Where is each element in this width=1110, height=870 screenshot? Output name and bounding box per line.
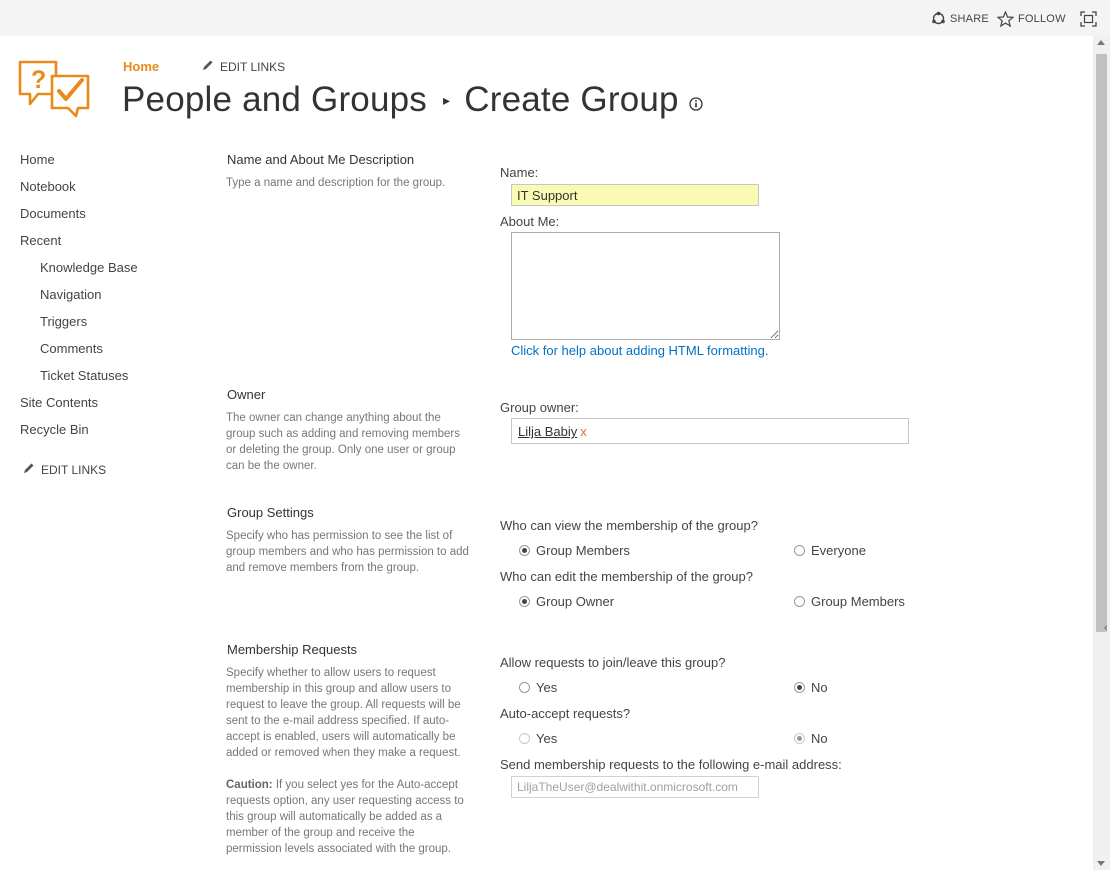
radio-button[interactable] (519, 682, 530, 693)
name-field-label: Name: (500, 165, 539, 180)
share-icon (931, 11, 946, 26)
radio-label: Group Members (811, 594, 905, 609)
radio-button[interactable] (794, 733, 805, 744)
scroll-up-arrow-icon[interactable] (1097, 40, 1105, 45)
radio-button[interactable] (794, 682, 805, 693)
vertical-scrollbar[interactable] (1093, 36, 1110, 870)
edit-membership-question: Who can edit the membership of the group… (500, 569, 753, 584)
sidebar-item-notebook[interactable]: Notebook (20, 179, 76, 194)
site-logo[interactable]: ? (18, 58, 90, 120)
chevron-left-icon[interactable]: ‹ (1104, 622, 1108, 634)
auto-accept-no[interactable]: No (794, 731, 828, 746)
name-section-description: Type a name and description for the grou… (226, 177, 446, 189)
sidebar-item-documents[interactable]: Documents (20, 206, 86, 221)
star-icon (997, 11, 1014, 27)
about-me-textarea[interactable] (511, 232, 780, 340)
edit-links-label: EDIT LINKS (220, 60, 286, 74)
group-settings-section-title: Group Settings (227, 505, 314, 520)
follow-button[interactable]: FOLLOW (997, 11, 1066, 27)
sidebar-item-recycle-bin[interactable]: Recycle Bin (20, 422, 89, 437)
about-me-label: About Me: (500, 214, 560, 229)
topnav-home-link[interactable]: Home (123, 59, 159, 74)
sidebar-item-triggers[interactable]: Triggers (40, 314, 87, 329)
allow-requests-no[interactable]: No (794, 680, 828, 695)
radio-button[interactable] (519, 596, 530, 607)
suite-bar: SHARE FOLLOW (0, 0, 1110, 36)
group-owner-people-picker[interactable]: Lilja Babiy x (511, 418, 909, 444)
auto-accept-question: Auto-accept requests? (500, 706, 631, 721)
group-settings-description: Specify who has permission to see the li… (226, 530, 469, 574)
scroll-down-arrow-icon[interactable] (1097, 861, 1105, 866)
radio-label: Group Members (536, 543, 630, 558)
allow-requests-question: Allow requests to join/leave this group? (500, 655, 726, 670)
topnav-edit-links[interactable]: EDIT LINKS (201, 59, 285, 75)
page-title: People and Groups ▸ Create Group (122, 80, 703, 120)
radio-button[interactable] (794, 596, 805, 607)
focus-content-button[interactable] (1080, 11, 1097, 27)
edit-option-group-members[interactable]: Group Members (794, 594, 905, 609)
sidebar-item-recent[interactable]: Recent (20, 233, 61, 248)
membership-requests-description: Specify whether to allow users to reques… (226, 665, 471, 857)
scrollbar-thumb[interactable] (1096, 54, 1107, 632)
view-option-everyone[interactable]: Everyone (794, 543, 866, 558)
sidebar-item-site-contents[interactable]: Site Contents (20, 395, 98, 410)
sidebar-item-knowledge-base[interactable]: Knowledge Base (40, 260, 138, 275)
membership-description-text: Specify whether to allow users to reques… (226, 667, 461, 759)
group-name-input[interactable] (511, 184, 759, 206)
auto-accept-yes[interactable]: Yes (519, 731, 557, 746)
membership-requests-section-title: Membership Requests (227, 642, 358, 657)
allow-requests-yes[interactable]: Yes (519, 680, 557, 695)
radio-label: No (811, 680, 828, 695)
radio-label: Everyone (811, 543, 866, 558)
radio-label: Yes (536, 731, 558, 746)
sidebar-edit-links[interactable]: EDIT LINKS (22, 462, 106, 478)
info-icon[interactable] (689, 80, 703, 120)
edit-links-label: EDIT LINKS (41, 463, 107, 477)
owner-entity[interactable]: Lilja Babiy (518, 424, 577, 439)
edit-option-group-owner[interactable]: Group Owner (519, 594, 614, 609)
sidebar-item-ticket-statuses[interactable]: Ticket Statuses (40, 368, 128, 383)
name-section-title: Name and About Me Description (227, 152, 415, 167)
share-button[interactable]: SHARE (931, 11, 989, 26)
remove-owner-icon[interactable]: x (580, 424, 587, 439)
sidebar-item-navigation[interactable]: Navigation (40, 287, 101, 302)
caution-label: Caution: (226, 779, 273, 791)
membership-email-input[interactable] (511, 776, 759, 798)
sidebar-item-comments[interactable]: Comments (40, 341, 103, 356)
group-owner-label: Group owner: (500, 400, 579, 415)
owner-section-description: The owner can change anything about the … (226, 412, 460, 472)
radio-button[interactable] (519, 733, 530, 744)
share-label: SHARE (950, 12, 989, 25)
breadcrumb-parent-link[interactable]: People and Groups (122, 80, 427, 120)
pencil-icon (22, 462, 35, 478)
svg-text:?: ? (31, 66, 46, 94)
radio-label: Group Owner (536, 594, 615, 609)
view-membership-question: Who can view the membership of the group… (500, 518, 758, 533)
owner-section-title: Owner (227, 387, 266, 402)
radio-button[interactable] (519, 545, 530, 556)
sidebar-item-home[interactable]: Home (20, 152, 55, 167)
follow-label: FOLLOW (1018, 13, 1066, 25)
radio-label: Yes (536, 680, 558, 695)
pencil-icon (201, 59, 214, 75)
view-option-group-members[interactable]: Group Members (519, 543, 630, 558)
html-formatting-help-link[interactable]: Click for help about adding HTML formatt… (511, 343, 768, 358)
radio-button[interactable] (794, 545, 805, 556)
radio-label: No (811, 731, 828, 746)
breadcrumb-separator-icon: ▸ (443, 91, 451, 108)
email-requests-label: Send membership requests to the followin… (500, 757, 842, 772)
focus-content-icon (1080, 11, 1097, 27)
breadcrumb-current: Create Group (464, 80, 679, 119)
